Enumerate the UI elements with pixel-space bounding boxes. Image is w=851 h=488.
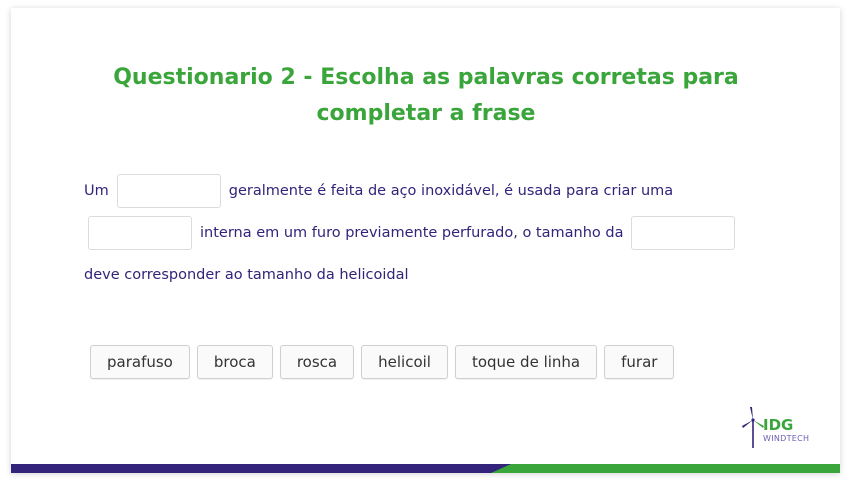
sentence-line-1: Um geralmente é feita de aço inoxidável,… [84,170,673,212]
question-card: Questionario 2 - Escolha as palavras cor… [11,8,840,473]
sentence-text: deve corresponder ao tamanho da helicoid… [84,267,409,283]
word-option[interactable]: broca [196,345,273,379]
sentence-text: interna em um furo previamente perfurado… [200,225,624,241]
answer-blank-1[interactable] [116,174,221,208]
sentence-text: geralmente é feita de aço inoxidável, é … [228,183,674,199]
word-option[interactable]: parafuso [90,345,190,379]
word-option[interactable]: toque de linha [454,345,598,379]
word-option[interactable]: helicoil [361,345,448,379]
idg-windtech-logo: IDG WINDTECH [741,406,831,454]
footer-color-bar [11,464,840,473]
sentence-line-3: deve corresponder ao tamanho da helicoid… [84,254,409,296]
answer-blank-3[interactable] [631,216,736,250]
sentence-line-2: interna em um furo previamente perfurado… [88,212,736,254]
sentence-text: Um [84,183,109,199]
answer-blank-2[interactable] [88,216,192,250]
logo-brand: IDG [763,416,794,434]
question-title: Questionario 2 - Escolha as palavras cor… [113,65,739,126]
wind-turbine-icon [742,407,764,448]
word-option[interactable]: rosca [279,345,355,379]
word-option[interactable]: furar [604,345,675,379]
logo-subtitle: WINDTECH [763,434,810,443]
word-options: parafuso broca rosca helicoil toque de l… [90,345,675,379]
